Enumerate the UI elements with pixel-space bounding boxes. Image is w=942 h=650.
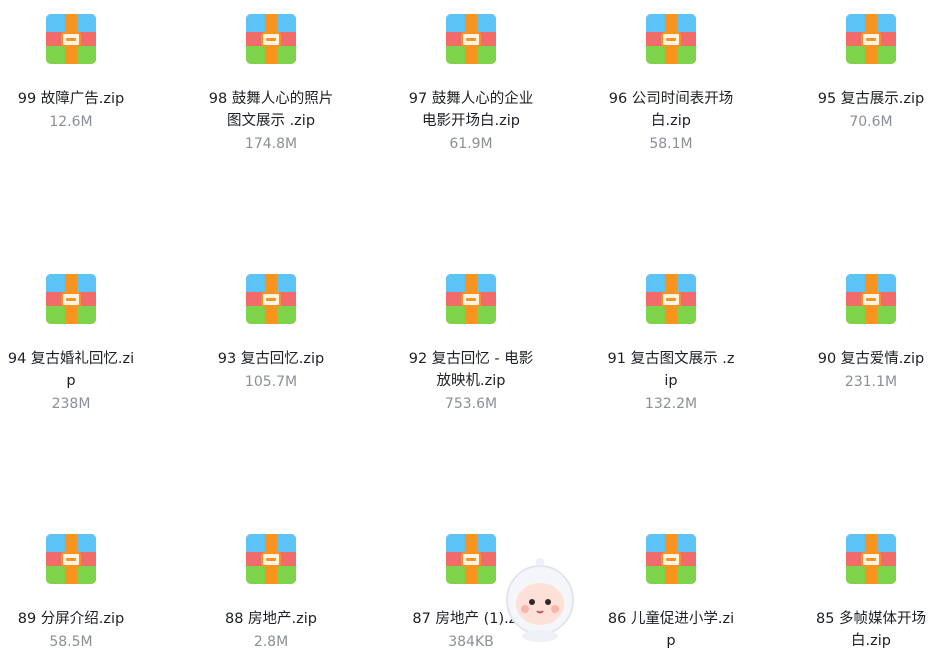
file-tile[interactable]: 88 房地产.zip 2.8M xyxy=(181,534,361,650)
file-size: 238M xyxy=(51,396,91,412)
file-size: 58.5M xyxy=(49,634,93,650)
zip-archive-icon xyxy=(46,274,96,324)
file-tile[interactable]: 98 鼓舞人心的照片图文展示 .zip 174.8M xyxy=(181,14,361,154)
file-tile[interactable]: 99 故障广告.zip 12.6M xyxy=(0,14,161,132)
file-size: 132.2M xyxy=(644,396,698,412)
zip-archive-icon xyxy=(846,534,896,584)
file-tile[interactable]: 95 复古展示.zip 70.6M xyxy=(781,14,942,132)
file-name: 92 复古回忆 - 电影放映机.zip xyxy=(408,351,534,389)
zip-archive-icon xyxy=(246,14,296,64)
file-name: 95 复古展示.zip xyxy=(817,91,925,107)
zip-archive-icon xyxy=(446,274,496,324)
zip-archive-icon xyxy=(246,534,296,584)
zip-archive-icon xyxy=(646,14,696,64)
file-tile[interactable]: 92 复古回忆 - 电影放映机.zip 753.6M xyxy=(381,274,561,414)
zip-archive-icon xyxy=(446,14,496,64)
zip-archive-icon xyxy=(646,274,696,324)
file-size: 58.1M xyxy=(649,136,693,152)
zip-archive-icon xyxy=(246,274,296,324)
file-name: 91 复古图文展示 .zip xyxy=(607,351,735,389)
file-name: 94 复古婚礼回忆.zip xyxy=(7,351,135,389)
zip-archive-icon xyxy=(846,274,896,324)
file-name: 89 分屏介绍.zip xyxy=(17,611,125,627)
file-name: 96 公司时间表开场白.zip xyxy=(608,91,734,129)
file-size: 384KB xyxy=(448,634,494,650)
file-name: 90 复古爱情.zip xyxy=(817,351,925,367)
file-size: 105.7M xyxy=(244,374,298,390)
file-size: 2.8M xyxy=(253,634,289,650)
zip-archive-icon xyxy=(46,14,96,64)
file-tile[interactable]: 93 复古回忆.zip 105.7M xyxy=(181,274,361,392)
zip-archive-icon xyxy=(846,14,896,64)
file-name: 85 多帧媒体开场白.zip xyxy=(815,611,927,649)
file-tile[interactable]: 89 分屏介绍.zip 58.5M xyxy=(0,534,161,650)
zip-archive-icon xyxy=(46,534,96,584)
file-size: 174.8M xyxy=(244,136,298,152)
file-name: 93 复古回忆.zip xyxy=(217,351,325,367)
file-name: 86 儿童促进小学.zip xyxy=(607,611,735,649)
file-name: 99 故障广告.zip xyxy=(17,91,125,107)
file-size: 753.6M xyxy=(444,396,498,412)
astronaut-mascot-icon[interactable] xyxy=(500,556,580,642)
file-size: 70.6M xyxy=(849,114,893,130)
file-grid: 99 故障广告.zip 12.6M 98 鼓舞人心的照片图文展示 .zip 174.… xyxy=(0,0,942,650)
zip-archive-icon xyxy=(646,534,696,584)
file-tile[interactable]: 86 儿童促进小学.zip xyxy=(581,534,761,650)
file-name: 98 鼓舞人心的照片图文展示 .zip xyxy=(208,91,334,129)
file-tile[interactable]: 97 鼓舞人心的企业电影开场白.zip 61.9M xyxy=(381,14,561,154)
file-tile[interactable]: 90 复古爱情.zip 231.1M xyxy=(781,274,942,392)
file-size: 231.1M xyxy=(844,374,898,390)
file-name: 97 鼓舞人心的企业电影开场白.zip xyxy=(408,91,534,129)
file-tile[interactable]: 91 复古图文展示 .zip 132.2M xyxy=(581,274,761,414)
file-size: 12.6M xyxy=(49,114,93,130)
file-tile[interactable]: 96 公司时间表开场白.zip 58.1M xyxy=(581,14,761,154)
file-name: 88 房地产.zip xyxy=(224,611,317,627)
file-tile[interactable]: 94 复古婚礼回忆.zip 238M xyxy=(0,274,161,414)
file-tile[interactable]: 85 多帧媒体开场白.zip xyxy=(781,534,942,650)
zip-archive-icon xyxy=(446,534,496,584)
file-size: 61.9M xyxy=(449,136,493,152)
